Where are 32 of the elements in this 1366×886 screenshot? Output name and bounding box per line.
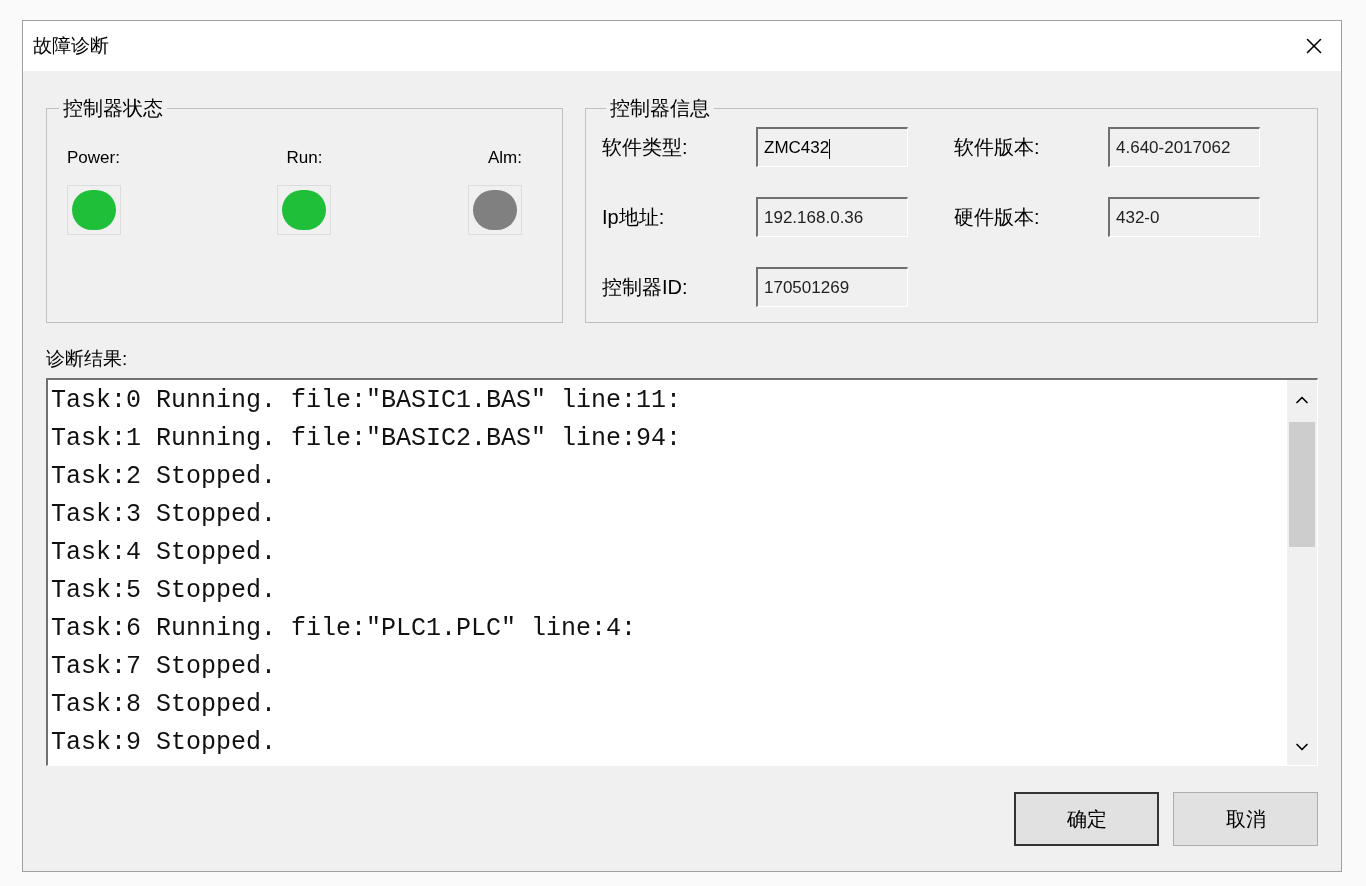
- led-label: Alm:: [488, 147, 522, 169]
- input-field[interactable]: 170501269: [756, 267, 908, 307]
- log-line: Task:0 Running. file:"BASIC1.BAS" line:11:: [51, 384, 683, 417]
- log-line: Task:4 Stopped.: [51, 536, 278, 569]
- log-line: Task:2 Stopped.: [51, 460, 278, 493]
- window-title: 故障诊断: [33, 33, 109, 58]
- log-line: Task:7 Stopped.: [51, 650, 278, 683]
- field-label: 软件版本:: [954, 135, 1041, 160]
- field-label: 硬件版本:: [954, 205, 1041, 230]
- dialog-button[interactable]: 取消: [1173, 791, 1318, 846]
- dialog-button[interactable]: 确定: [1014, 791, 1159, 846]
- field-label: Ip地址:: [602, 205, 666, 230]
- group-title: 控制器信息: [609, 96, 711, 121]
- led-label: Power:: [67, 147, 120, 169]
- diagnosis-textbox[interactable]: [46, 377, 1318, 766]
- log-line: Task:3 Stopped.: [51, 498, 278, 531]
- scrollbar[interactable]: [1287, 379, 1317, 765]
- led-label: Run:: [286, 147, 323, 169]
- log-line: Task:5 Stopped.: [51, 574, 278, 607]
- log-line: Task:6 Running. file:"PLC1.PLC" line:4:: [51, 612, 638, 645]
- log-line: Task:1 Running. file:"BASIC2.BAS" line:94:: [51, 422, 683, 455]
- diagnosis-label: 诊断结果:: [46, 348, 128, 369]
- input-field[interactable]: 192.168.0.36: [756, 197, 908, 237]
- scroll-thumb[interactable]: [1289, 421, 1315, 547]
- field-label: 控制器ID:: [602, 275, 689, 300]
- log-line: Task:9 Stopped.: [51, 726, 278, 759]
- log-line: Task:8 Stopped.: [51, 688, 278, 721]
- input-field[interactable]: 432-0: [1108, 197, 1260, 237]
- field-label: 软件类型:: [602, 135, 689, 160]
- input-field[interactable]: ZMC432: [756, 127, 908, 167]
- input-field[interactable]: 4.640-2017062: [1108, 127, 1260, 167]
- group-title: 控制器状态: [62, 96, 164, 121]
